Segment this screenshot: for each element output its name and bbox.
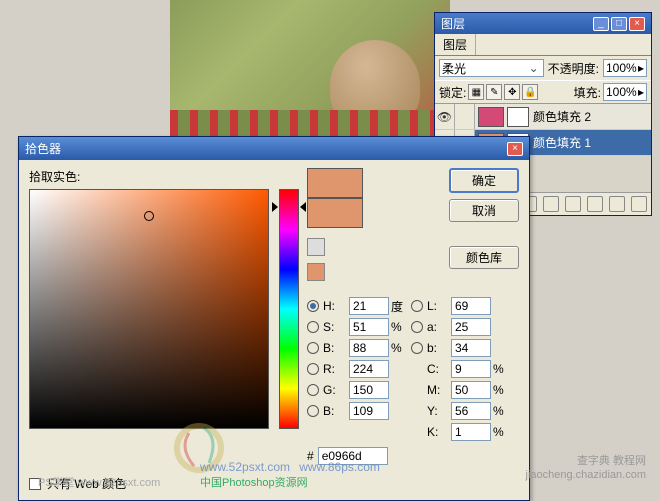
layer-thumbnail[interactable] [478,107,504,127]
palette-tabs: 图层 [435,34,651,56]
new-color-swatch[interactable] [307,168,363,198]
lock-brush-icon[interactable]: ✎ [486,84,502,100]
bright-input[interactable] [349,339,389,357]
close-icon[interactable]: × [507,142,523,156]
opacity-label: 不透明度: [548,60,599,77]
dialog-titlebar[interactable]: 拾色器 × [19,137,529,160]
h-input[interactable] [349,297,389,315]
radio-blue[interactable] [307,405,319,417]
layer-name: 颜色填充 1 [533,134,591,151]
layer-row[interactable]: 👁 颜色填充 2 [435,104,651,130]
a-input[interactable] [451,318,491,336]
adjustment-icon[interactable] [565,196,581,212]
new-layer-icon[interactable] [609,196,625,212]
hex-label: # [307,449,314,463]
websafe-swatch[interactable] [307,263,325,281]
pick-label: 拾取实色: [29,168,299,185]
current-color-swatch[interactable] [307,198,363,228]
hue-slider[interactable] [279,189,299,429]
web-only-label: 只有 Web 颜色 [47,475,126,492]
chevron-right-icon: ▸ [638,85,644,99]
radio-s[interactable] [307,321,319,333]
l-input[interactable] [451,297,491,315]
layer-mask[interactable] [507,107,529,127]
folder-icon[interactable] [587,196,603,212]
radio-lab-b[interactable] [411,342,423,354]
color-preview [307,168,363,228]
radio-h[interactable] [307,300,319,312]
radio-g[interactable] [307,384,319,396]
labb-input[interactable] [451,339,491,357]
chevron-down-icon: ⌄ [527,61,541,75]
s-input[interactable] [349,318,389,336]
eye-icon[interactable]: 👁 [435,104,455,129]
m-input[interactable] [451,381,491,399]
maximize-icon[interactable]: □ [611,17,627,31]
lock-all-icon[interactable]: 🔒 [522,84,538,100]
k-input[interactable] [451,423,491,441]
fill-label: 填充: [574,84,601,101]
radio-a[interactable] [411,321,423,333]
mask-icon[interactable] [543,196,559,212]
palette-buttons: _ □ × [593,17,645,31]
sv-marker[interactable] [144,211,154,221]
close-icon[interactable]: × [629,17,645,31]
radio-l[interactable] [411,300,423,312]
minimize-icon[interactable]: _ [593,17,609,31]
lock-move-icon[interactable]: ✥ [504,84,520,100]
blend-mode-value: 柔光 [442,60,466,77]
link-cell[interactable] [455,104,475,129]
trash-icon[interactable] [631,196,647,212]
lock-transparent-icon[interactable]: ▦ [468,84,484,100]
document-canvas [170,0,450,150]
radio-r[interactable] [307,363,319,375]
g-input[interactable] [349,381,389,399]
chevron-right-icon: ▸ [638,61,644,75]
fill-input[interactable]: 100%▸ [603,83,647,101]
blend-mode-select[interactable]: 柔光 ⌄ [439,59,544,77]
layer-name: 颜色填充 2 [533,108,591,125]
dialog-title: 拾色器 [25,140,61,157]
gamut-warning-icon[interactable] [307,238,325,256]
watermark: 查字典 教程网 jiaocheng.chazidian.com [526,454,646,482]
palette-titlebar[interactable]: 图层 _ □ × [435,13,651,34]
radio-b[interactable] [307,342,319,354]
brush-decoration [169,418,229,478]
c-input[interactable] [451,360,491,378]
color-libraries-button[interactable]: 颜色库 [449,246,519,269]
lock-label: 锁定: [439,84,466,101]
tab-layers[interactable]: 图层 [435,34,476,55]
color-picker-dialog: 拾色器 × 拾取实色: [18,136,530,501]
web-only-checkbox[interactable] [29,478,41,490]
y-input[interactable] [451,402,491,420]
blue-input[interactable] [349,402,389,420]
saturation-value-field[interactable] [29,189,269,429]
opacity-input[interactable]: 100%▸ [603,59,647,77]
palette-title: 图层 [441,15,465,32]
ok-button[interactable]: 确定 [449,168,519,193]
hex-input[interactable] [318,447,388,465]
cancel-button[interactable]: 取消 [449,199,519,222]
r-input[interactable] [349,360,389,378]
